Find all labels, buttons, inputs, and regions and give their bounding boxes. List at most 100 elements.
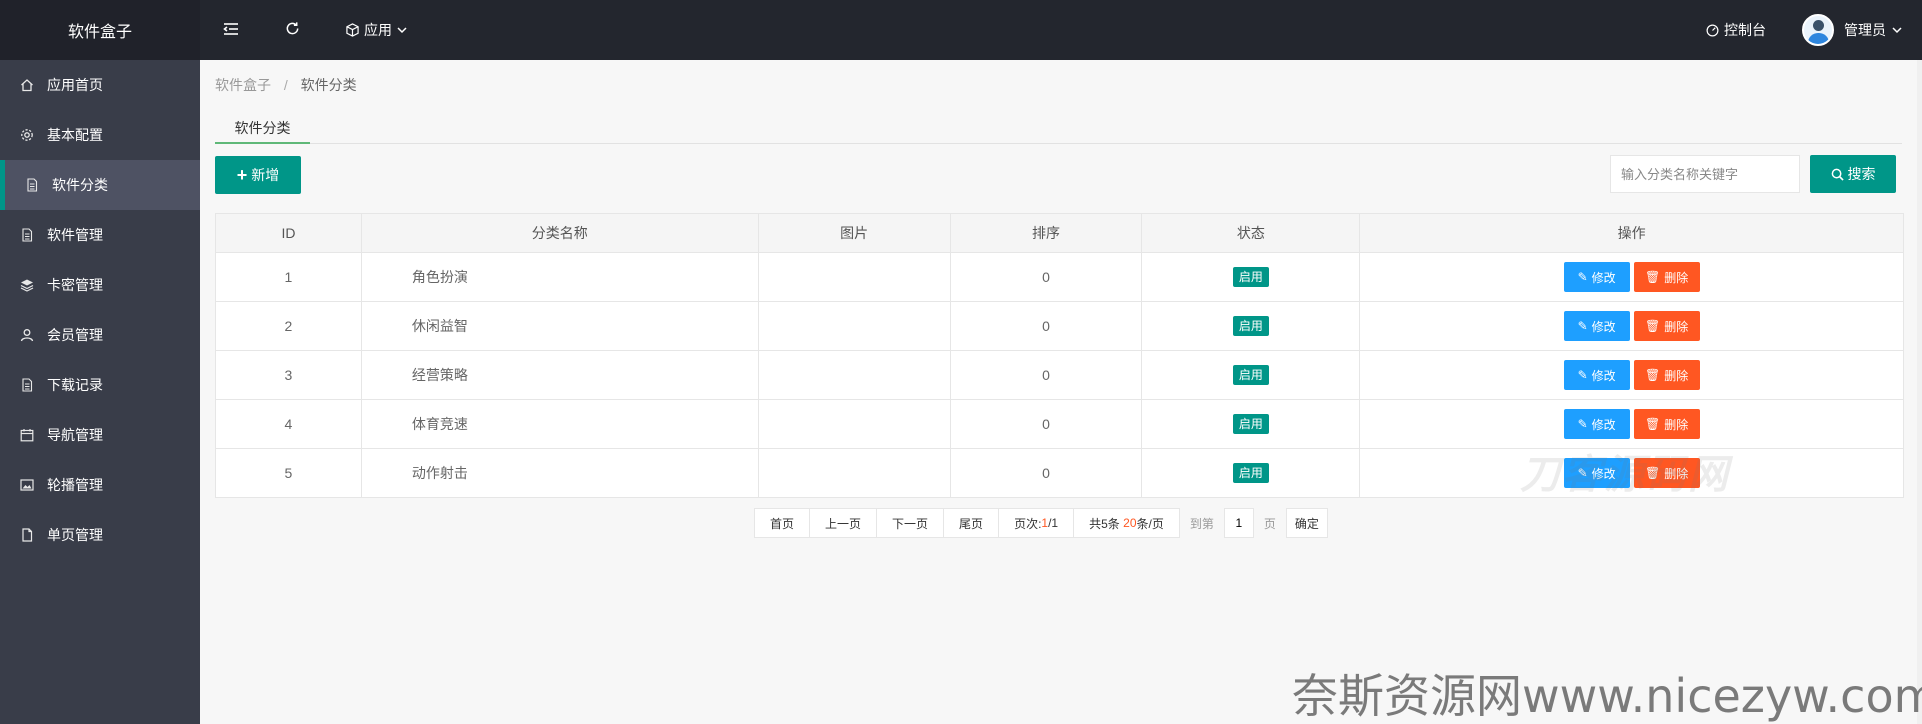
- breadcrumb-root[interactable]: 软件盒子: [215, 77, 271, 93]
- header-ops: 操作: [1359, 213, 1904, 253]
- avatar: [1802, 14, 1834, 46]
- sidebar-item-label: 软件分类: [52, 177, 108, 193]
- console-link[interactable]: 控制台: [1688, 0, 1784, 60]
- cell-name: 角色扮演: [360, 252, 759, 302]
- sidebar-item-label: 卡密管理: [47, 277, 103, 293]
- cell-sort: 0: [949, 399, 1143, 449]
- sidebar-item-software-category[interactable]: 软件分类: [0, 160, 200, 210]
- add-button[interactable]: + 新增: [215, 156, 301, 194]
- dashboard-icon: [1706, 24, 1719, 37]
- search-button-label: 搜索: [1847, 166, 1876, 182]
- cell-image: [757, 301, 951, 351]
- pager-page-info: 页次: 1/1: [998, 508, 1075, 538]
- layers-icon: [20, 278, 34, 292]
- sidebar-item-basic-config[interactable]: 基本配置: [0, 110, 200, 160]
- refresh-icon: [285, 21, 300, 39]
- cell-image: [757, 448, 951, 498]
- search-button[interactable]: 搜索: [1810, 155, 1896, 193]
- pager-prev[interactable]: 上一页: [809, 508, 878, 538]
- app-logo-title[interactable]: 软件盒子: [0, 0, 200, 60]
- table-row: 1 角色扮演 0 启用 ✎ 修改 🗑 删除: [215, 252, 1904, 302]
- user-menu-dropdown[interactable]: 管理员: [1784, 0, 1902, 60]
- pager-first[interactable]: 首页: [754, 508, 811, 538]
- chevron-down-icon: [1892, 26, 1902, 34]
- gear-icon: [20, 128, 34, 142]
- cell-image: [757, 252, 951, 302]
- add-button-label: 新增: [251, 167, 280, 183]
- page-scrollbar[interactable]: [1917, 60, 1922, 724]
- file-icon: [20, 378, 34, 392]
- status-badge[interactable]: 启用: [1232, 267, 1269, 287]
- edit-label: 修改: [1591, 270, 1616, 285]
- file-icon: [20, 228, 34, 242]
- top-navbar: 软件盒子 应用 控制台 管理员: [0, 0, 1922, 60]
- app-menu-dropdown[interactable]: 应用: [323, 0, 430, 60]
- cell-ops: ✎ 修改 🗑 删除: [1359, 252, 1904, 302]
- delete-button[interactable]: 🗑 删除: [1633, 311, 1700, 341]
- top-right-menu: 控制台 管理员: [1688, 0, 1902, 60]
- user-icon: [20, 328, 34, 342]
- sidebar-item-card-manage[interactable]: 卡密管理: [0, 260, 200, 310]
- sidebar-item-download-log[interactable]: 下载记录: [0, 360, 200, 410]
- delete-button[interactable]: 🗑 删除: [1633, 409, 1700, 439]
- status-badge[interactable]: 启用: [1232, 365, 1269, 385]
- header-status: 状态: [1141, 213, 1361, 253]
- pager-next[interactable]: 下一页: [876, 508, 945, 538]
- refresh-button[interactable]: [262, 0, 323, 60]
- sidebar-item-page-manage[interactable]: 单页管理: [0, 510, 200, 560]
- console-label: 控制台: [1724, 22, 1766, 38]
- tab-software-category[interactable]: 软件分类: [215, 112, 310, 144]
- edit-button[interactable]: ✎ 修改: [1563, 262, 1630, 292]
- edit-label: 修改: [1591, 368, 1616, 383]
- per-page-suffix: 条/页: [1136, 516, 1164, 531]
- sidebar-toggle-button[interactable]: [200, 0, 262, 60]
- edit-button[interactable]: ✎ 修改: [1563, 409, 1630, 439]
- goto-prefix: 到第: [1189, 516, 1214, 531]
- menu-fold-icon: [223, 22, 239, 39]
- sidebar-item-nav-manage[interactable]: 导航管理: [0, 410, 200, 460]
- cube-icon: [346, 23, 359, 37]
- per-page-count: 20: [1123, 516, 1137, 530]
- trash-icon: 🗑: [1645, 368, 1661, 382]
- chevron-down-icon: [397, 26, 407, 34]
- status-badge[interactable]: 启用: [1232, 316, 1269, 336]
- breadcrumb: 软件盒子 / 软件分类: [215, 75, 357, 95]
- trash-icon: 🗑: [1645, 270, 1661, 284]
- total-count: 共5条: [1089, 516, 1120, 531]
- file-icon: [25, 178, 39, 192]
- cell-ops: ✎ 修改 🗑 删除: [1359, 301, 1904, 351]
- delete-button[interactable]: 🗑 删除: [1633, 360, 1700, 390]
- header-id: ID: [215, 213, 362, 253]
- delete-button[interactable]: 🗑 删除: [1633, 262, 1700, 292]
- cell-id: 5: [215, 448, 362, 498]
- table-header-row: ID 分类名称 图片 排序 状态 操作: [215, 213, 1904, 253]
- tab-bar: 软件分类: [215, 112, 1902, 144]
- cell-status: 启用: [1141, 252, 1361, 302]
- delete-label: 删除: [1664, 319, 1689, 334]
- goto-page-input[interactable]: [1223, 508, 1254, 538]
- sidebar-item-home[interactable]: 应用首页: [0, 60, 200, 110]
- cell-sort: 0: [949, 252, 1143, 302]
- cell-id: 2: [215, 301, 362, 351]
- pencil-icon: ✎: [1577, 368, 1588, 382]
- pager-last[interactable]: 尾页: [943, 508, 1000, 538]
- search-input[interactable]: [1610, 155, 1800, 193]
- sidebar-item-label: 会员管理: [47, 327, 103, 343]
- status-badge[interactable]: 启用: [1232, 463, 1269, 483]
- sidebar-item-software-manage[interactable]: 软件管理: [0, 210, 200, 260]
- top-left-menu: 应用: [200, 0, 430, 60]
- home-icon: [20, 78, 34, 92]
- sidebar-item-label: 下载记录: [47, 377, 103, 393]
- sidebar-item-member-manage[interactable]: 会员管理: [0, 310, 200, 360]
- sidebar-item-carousel-manage[interactable]: 轮播管理: [0, 460, 200, 510]
- sidebar-item-label: 应用首页: [47, 77, 103, 93]
- goto-confirm-button[interactable]: 确定: [1285, 508, 1328, 538]
- edit-button[interactable]: ✎ 修改: [1563, 360, 1630, 390]
- trash-icon: 🗑: [1645, 319, 1661, 333]
- breadcrumb-current: 软件分类: [300, 77, 357, 93]
- cell-status: 启用: [1141, 448, 1361, 498]
- edit-button[interactable]: ✎ 修改: [1563, 311, 1630, 341]
- status-badge[interactable]: 启用: [1232, 414, 1269, 434]
- cell-id: 3: [215, 350, 362, 400]
- page-icon: [20, 528, 34, 542]
